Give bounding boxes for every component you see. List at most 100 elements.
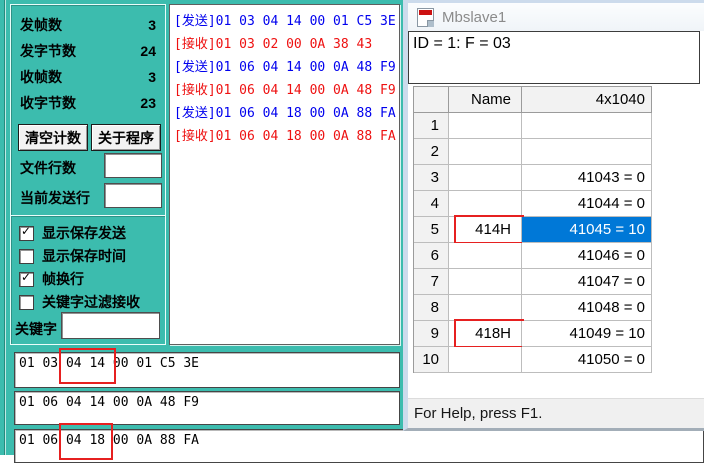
option-frame-newline[interactable]: 帧换行 [19,271,84,287]
row-number-cell: 9 [414,321,449,347]
window-title: Mbslave1 [442,9,506,26]
register-name-cell[interactable] [449,347,522,373]
checkbox-checked-icon[interactable] [19,226,34,241]
header-cell-value: 4x1040 [522,86,652,113]
table-row: 4 41044 = 0 [414,191,652,217]
stat-label: 收字节数 [20,93,76,113]
file-lines-label: 文件行数 [20,158,76,178]
register-name-cell[interactable]: 414H [449,217,522,243]
option-show-save-time[interactable]: 显示保存时间 [19,248,126,264]
log-line-send: [发送]01 06 04 18 00 0A 88 FA [174,102,399,125]
table-row: 7 41047 = 0 [414,269,652,295]
about-program-button[interactable]: 关于程序 [91,124,161,151]
register-name: 418H [475,325,511,342]
register-name-cell[interactable] [449,269,522,295]
row-number-cell: 2 [414,139,449,165]
checkbox-unchecked-icon[interactable] [19,295,34,310]
register-value-cell[interactable] [522,139,652,165]
register-definition-header: ID = 1: F = 03 [408,31,700,84]
option-keyword-filter[interactable]: 关键字过滤接收 [19,294,140,310]
window-titlebar[interactable]: Mbslave1 [408,3,704,31]
register-value-cell-selected[interactable]: 41045 = 10 [522,217,652,243]
register-value-cell[interactable]: 41049 = 10 [522,321,652,347]
row-number-cell: 10 [414,347,449,373]
table-row: 6 41046 = 0 [414,243,652,269]
log-line-send: [发送]01 06 04 14 00 0A 48 F9 [174,56,399,79]
clear-count-button[interactable]: 清空计数 [18,124,88,151]
register-name-cell[interactable] [449,295,522,321]
stat-sent-frames: 发帧数 3 [20,15,156,35]
register-value-cell[interactable]: 41050 = 0 [522,347,652,373]
register-table: Name 4x1040 1 2 3 41043 = 0 4 410 [413,86,652,373]
keyword-input[interactable] [61,312,160,339]
log-line-receive: [接收]01 03 02 00 0A 38 43 [174,33,399,56]
panel-left-divider [4,0,5,455]
comm-log[interactable]: [发送]01 03 04 14 00 01 C5 3E [接收]01 03 02… [169,4,400,345]
option-label: 帧换行 [42,269,84,289]
table-row: 1 [414,113,652,139]
file-lines-input[interactable] [104,153,162,178]
stat-value: 3 [148,69,156,85]
register-name-cell[interactable] [449,113,522,139]
row-number-cell: 5 [414,217,449,243]
register-name-cell[interactable] [449,165,522,191]
stat-received-frames: 收帧数 3 [20,67,156,87]
stat-value: 3 [148,17,156,33]
current-send-line-input[interactable] [104,183,162,208]
row-number-cell: 6 [414,243,449,269]
mbslave-window: Mbslave1 ID = 1: F = 03 Name 4x1040 1 2 … [403,0,704,431]
log-line-receive: [接收]01 06 04 14 00 0A 48 F9 [174,79,399,102]
header-cell-rownum [414,86,449,113]
register-value-cell[interactable]: 41047 = 0 [522,269,652,295]
table-row: 2 [414,139,652,165]
table-header-row: Name 4x1040 [414,86,652,113]
checkbox-checked-icon[interactable] [19,272,34,287]
table-row: 10 41050 = 0 [414,347,652,373]
header-cell-name: Name [449,86,522,113]
option-label: 显示保存发送 [42,223,126,243]
table-row: 8 41048 = 0 [414,295,652,321]
log-line-receive: [接收]01 06 04 18 00 0A 88 FA [174,125,399,148]
register-name-cell[interactable]: 418H [449,321,522,347]
row-number-cell: 1 [414,113,449,139]
row-number-cell: 8 [414,295,449,321]
stat-label: 收帧数 [20,67,62,87]
row-number-cell: 7 [414,269,449,295]
hex-frame-box-1[interactable]: 01 03 04 14 00 01 C5 3E [14,352,400,388]
keyword-label: 关键字 [15,319,57,339]
current-send-line-label: 当前发送行 [20,188,90,208]
row-number-cell: 3 [414,165,449,191]
stat-label: 发帧数 [20,15,62,35]
option-label: 显示保存时间 [42,246,126,266]
table-row: 9 418H 41049 = 10 [414,321,652,347]
register-value-cell[interactable]: 41044 = 0 [522,191,652,217]
register-value-cell[interactable]: 41046 = 0 [522,243,652,269]
stat-sent-bytes: 发字节数 24 [20,41,156,61]
register-value-cell[interactable]: 41043 = 0 [522,165,652,191]
register-name-cell[interactable] [449,139,522,165]
register-value-cell[interactable]: 41048 = 0 [522,295,652,321]
register-name: 414H [475,221,511,238]
hex-frame-text: 01 03 04 14 00 01 C5 3E [19,356,199,371]
options-groupbox: 显示保存发送 显示保存时间 帧换行 关键字过滤接收 关键字 [10,215,166,345]
register-name-cell[interactable] [449,243,522,269]
table-row: 3 41043 = 0 [414,165,652,191]
table-row: 5 414H 41045 = 10 [414,217,652,243]
document-icon [417,8,434,27]
stat-value: 23 [140,95,156,111]
register-name-cell[interactable] [449,191,522,217]
register-value-cell[interactable] [522,113,652,139]
status-bar: For Help, press F1. [408,398,704,428]
hex-frame-text: 01 06 04 18 00 0A 88 FA [19,433,199,448]
stat-value: 24 [140,43,156,59]
screen: 发帧数 3 发字节数 24 收帧数 3 收字节数 23 清空计数 关于程序 文件… [0,0,704,468]
checkbox-unchecked-icon[interactable] [19,249,34,264]
hex-frame-box-3[interactable]: 01 06 04 18 00 0A 88 FA [14,429,704,463]
stats-groupbox: 发帧数 3 发字节数 24 收帧数 3 收字节数 23 清空计数 关于程序 文件… [10,4,166,216]
row-number-cell: 4 [414,191,449,217]
stat-label: 发字节数 [20,41,76,61]
hex-frame-box-2[interactable]: 01 06 04 14 00 0A 48 F9 [14,391,400,425]
stat-received-bytes: 收字节数 23 [20,93,156,113]
option-show-save-send[interactable]: 显示保存发送 [19,225,126,241]
log-line-send: [发送]01 03 04 14 00 01 C5 3E [174,10,399,33]
